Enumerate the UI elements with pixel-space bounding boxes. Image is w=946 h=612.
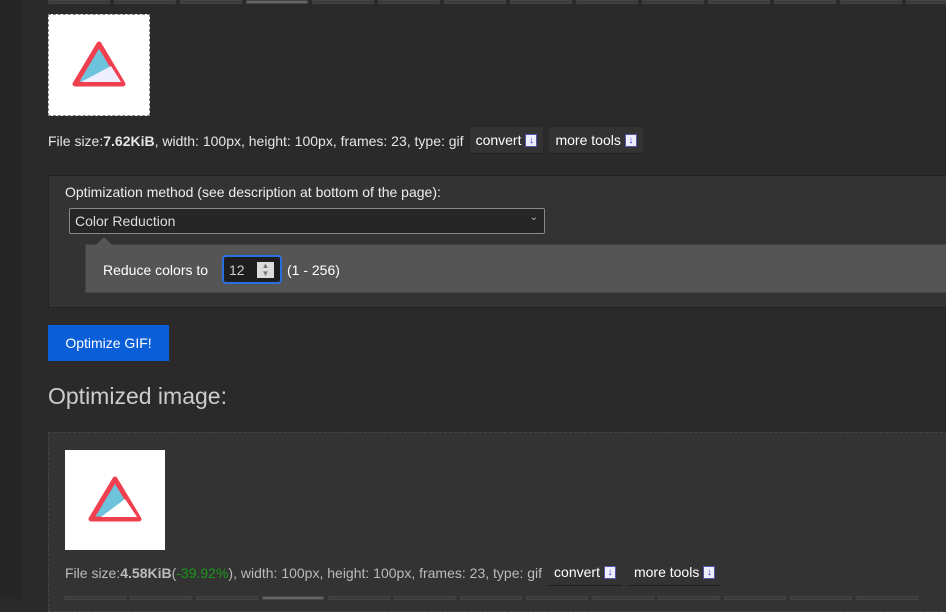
frame-thumb[interactable]	[378, 0, 440, 4]
left-gutter	[0, 0, 22, 599]
frame-thumb[interactable]	[790, 596, 852, 600]
frame-thumb[interactable]	[840, 0, 902, 4]
optimized-image-preview	[65, 450, 165, 550]
optimized-image-heading: Optimized image:	[48, 383, 227, 409]
more-tools-button[interactable]: more tools ↓	[549, 127, 643, 154]
warning-triangle-image	[88, 476, 142, 522]
file-details: , width: 100px, height: 100px, frames: 2…	[154, 132, 464, 149]
original-image-preview	[48, 14, 150, 116]
frame-thumb[interactable]	[526, 596, 588, 600]
frame-strip-top	[48, 0, 946, 4]
frame-thumb[interactable]	[196, 596, 258, 600]
more-tools-label: more tools	[555, 132, 621, 148]
arrow-down-icon: ↓	[525, 133, 538, 147]
more-tools-label: more tools	[633, 564, 700, 580]
frame-thumb[interactable]	[328, 596, 390, 600]
convert-label: convert	[475, 132, 522, 148]
frame-thumb[interactable]	[510, 0, 572, 4]
warning-triangle-image	[72, 41, 126, 87]
frame-thumb[interactable]	[48, 0, 110, 4]
convert-label: convert	[554, 564, 600, 580]
optimization-panel: Optimization method (see description at …	[48, 175, 946, 308]
arrow-down-icon: ↓	[603, 565, 616, 579]
frame-thumb[interactable]	[460, 596, 522, 600]
frame-thumb[interactable]	[312, 0, 374, 4]
reduce-colors-label: Reduce colors to	[103, 262, 209, 278]
original-file-info: File size: 7.62KiB, width: 100px, height…	[48, 127, 643, 154]
frame-thumb[interactable]	[856, 596, 918, 600]
spinner-icon[interactable]: ▲ ▼	[257, 262, 274, 278]
chevron-down-icon: ⌄	[529, 212, 538, 223]
file-size-value: 4.58KiB	[120, 564, 172, 581]
frame-thumb[interactable]	[64, 596, 126, 600]
frame-thumb[interactable]	[658, 596, 720, 600]
frame-thumb[interactable]	[724, 596, 786, 600]
frame-thumb[interactable]	[642, 0, 704, 4]
convert-button[interactable]: convert ↓	[548, 559, 622, 586]
arrow-down-icon: ↓	[624, 133, 637, 147]
frame-thumb[interactable]	[774, 0, 836, 4]
frame-thumb[interactable]	[180, 0, 242, 4]
frame-thumb[interactable]	[262, 596, 324, 600]
convert-button[interactable]: convert ↓	[469, 127, 544, 154]
colors-range: (1 - 256)	[287, 262, 340, 278]
colors-value: 12	[229, 262, 245, 278]
frame-thumb[interactable]	[114, 0, 176, 4]
colors-number-input[interactable]: 12 ▲ ▼	[222, 255, 282, 284]
file-size-value: 7.62KiB	[103, 132, 155, 149]
frame-thumb[interactable]	[592, 596, 654, 600]
arrow-down-icon: ↓	[703, 565, 716, 579]
file-size-label: File size:	[48, 132, 104, 149]
file-size-label: File size:	[65, 564, 121, 581]
more-tools-button[interactable]: more tools ↓	[627, 559, 722, 586]
optimize-gif-button[interactable]: Optimize GIF!	[48, 325, 169, 361]
method-label: Optimization method (see description at …	[65, 184, 441, 200]
frame-thumb[interactable]	[906, 0, 946, 4]
frame-thumb[interactable]	[576, 0, 638, 4]
frame-strip-bottom	[64, 596, 946, 600]
frame-thumb[interactable]	[708, 0, 770, 4]
frame-thumb[interactable]	[444, 0, 506, 4]
file-details: ), width: 100px, height: 100px, frames: …	[228, 564, 543, 581]
frame-thumb[interactable]	[394, 596, 456, 600]
frame-thumb[interactable]	[130, 596, 192, 600]
optimized-result-panel: File size: 4.58KiB (-39.92%), width: 100…	[48, 432, 946, 612]
size-change-percent: -39.92%	[176, 564, 229, 581]
frame-thumb[interactable]	[246, 0, 308, 4]
color-reduction-options: Reduce colors to 12 ▲ ▼ (1 - 256)	[85, 237, 946, 293]
optimized-file-info: File size: 4.58KiB (-39.92%), width: 100…	[65, 559, 722, 586]
method-value: Color Reduction	[75, 213, 176, 229]
method-select[interactable]: Color Reduction ⌄	[69, 208, 545, 234]
